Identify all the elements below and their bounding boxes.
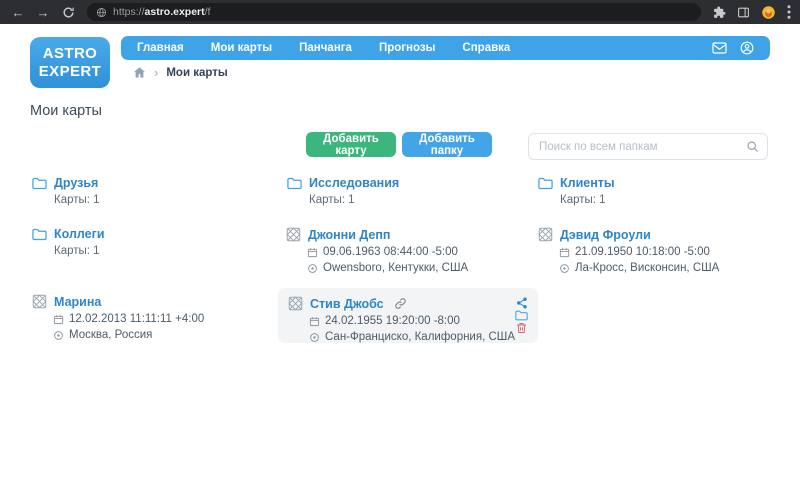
location-icon (53, 330, 64, 341)
folder-meta: Карты: 1 (560, 194, 615, 206)
chart-name[interactable]: Дэвид Фроули (560, 228, 651, 242)
nav-item-help[interactable]: Справка (462, 42, 510, 54)
calendar-icon (559, 247, 570, 258)
chart-location: Owensboro, Кентукки, США (323, 262, 468, 274)
location-icon (307, 263, 318, 274)
profile-icon[interactable] (740, 41, 754, 55)
url-text: https://astro.expert/f (113, 6, 210, 18)
main-navbar: Главная Мои карты Панчанга Прогнозы Спра… (121, 36, 770, 60)
site-info-globe-icon (96, 7, 107, 18)
breadcrumb-separator: › (154, 66, 158, 79)
chart-location: Москва, Россия (69, 329, 152, 341)
nav-item-panchanga[interactable]: Панчанга (299, 42, 352, 54)
calendar-icon (309, 316, 320, 327)
folder-meta: Карты: 1 (54, 245, 105, 257)
calendar-icon (307, 247, 318, 258)
logo-line1: ASTRO (43, 45, 98, 62)
natal-chart-icon (32, 294, 47, 309)
copy-link-icon[interactable] (394, 297, 407, 310)
chart-card-marina[interactable]: Марина 12.02.2013 11:11:11 +4:00 Москва,… (32, 294, 204, 341)
natal-chart-icon (286, 227, 301, 242)
delete-icon[interactable] (516, 322, 527, 334)
extensions-puzzle-icon[interactable] (713, 6, 726, 19)
folder-meta: Карты: 1 (309, 194, 399, 206)
natal-chart-icon (538, 227, 553, 242)
browser-menu-icon[interactable] (787, 5, 791, 19)
folder-card-friends[interactable]: Друзья Карты: 1 (32, 176, 100, 206)
natal-chart-icon (288, 296, 303, 311)
calendar-icon (53, 314, 64, 325)
site-logo[interactable]: ASTRO EXPERT (30, 37, 110, 88)
chart-datetime: 21.09.1950 10:18:00 -5:00 (575, 246, 710, 258)
folder-card-colleagues[interactable]: Коллеги Карты: 1 (32, 227, 105, 257)
move-to-folder-icon[interactable] (515, 310, 528, 321)
location-icon (559, 263, 570, 274)
page-title: Мои карты (30, 103, 102, 119)
mail-icon[interactable] (712, 42, 727, 54)
search-icon[interactable] (746, 140, 759, 153)
folder-card-clients[interactable]: Клиенты Карты: 1 (538, 176, 615, 206)
folder-card-research[interactable]: Исследования Карты: 1 (287, 176, 399, 206)
folder-icon (287, 177, 302, 190)
location-icon (309, 332, 320, 343)
address-bar[interactable]: https://astro.expert/f (87, 3, 701, 21)
search-input[interactable] (528, 133, 768, 160)
share-icon[interactable] (516, 297, 528, 309)
nav-item-forecasts[interactable]: Прогнозы (379, 42, 435, 54)
search-box (528, 133, 768, 160)
chart-card-david-frawley[interactable]: Дэвид Фроули 21.09.1950 10:18:00 -5:00 Л… (538, 227, 719, 274)
side-panel-icon[interactable] (737, 6, 750, 19)
folder-name[interactable]: Друзья (54, 176, 98, 190)
browser-profile-avatar[interactable] (761, 5, 776, 20)
folder-name[interactable]: Исследования (309, 176, 399, 190)
nav-item-home[interactable]: Главная (137, 42, 184, 54)
breadcrumb: › Мои карты (133, 66, 228, 79)
chart-name[interactable]: Стив Джобс (310, 297, 384, 311)
browser-toolbar: ← → https://astro.expert/f (0, 0, 800, 24)
folder-name[interactable]: Коллеги (54, 227, 105, 241)
chart-datetime: 09.06.1963 08:44:00 -5:00 (323, 246, 458, 258)
chart-actions (515, 296, 528, 335)
folder-icon (32, 228, 47, 241)
logo-line2: EXPERT (39, 63, 101, 80)
folder-meta: Карты: 1 (54, 194, 100, 206)
chart-name[interactable]: Марина (54, 295, 101, 309)
chart-datetime: 24.02.1955 19:20:00 -8:00 (325, 315, 460, 327)
nav-item-my-charts[interactable]: Мои карты (211, 42, 272, 54)
home-icon[interactable] (133, 66, 146, 79)
browser-reload-button[interactable] (59, 3, 77, 21)
browser-back-button[interactable]: ← (9, 3, 27, 21)
folder-icon (32, 177, 47, 190)
chart-location: Сан-Франциско, Калифорния, США (325, 331, 515, 343)
chart-location: Ла-Кросс, Висконсин, США (575, 262, 719, 274)
chart-datetime: 12.02.2013 11:11:11 +4:00 (69, 313, 204, 325)
folder-icon (538, 177, 553, 190)
reload-icon (62, 6, 75, 19)
add-chart-button[interactable]: Добавить карту (306, 132, 396, 157)
add-folder-button[interactable]: Добавить папку (402, 132, 492, 157)
browser-forward-button[interactable]: → (34, 3, 52, 21)
breadcrumb-current: Мои карты (166, 67, 227, 79)
folder-name[interactable]: Клиенты (560, 176, 615, 190)
chart-card-johnny-depp[interactable]: Джонни Депп 09.06.1963 08:44:00 -5:00 Ow… (286, 227, 468, 274)
chart-card-steve-jobs[interactable]: Стив Джобс 24.02.1955 19:20:00 -8:00 Сан… (278, 288, 538, 343)
chart-name[interactable]: Джонни Депп (308, 228, 390, 242)
